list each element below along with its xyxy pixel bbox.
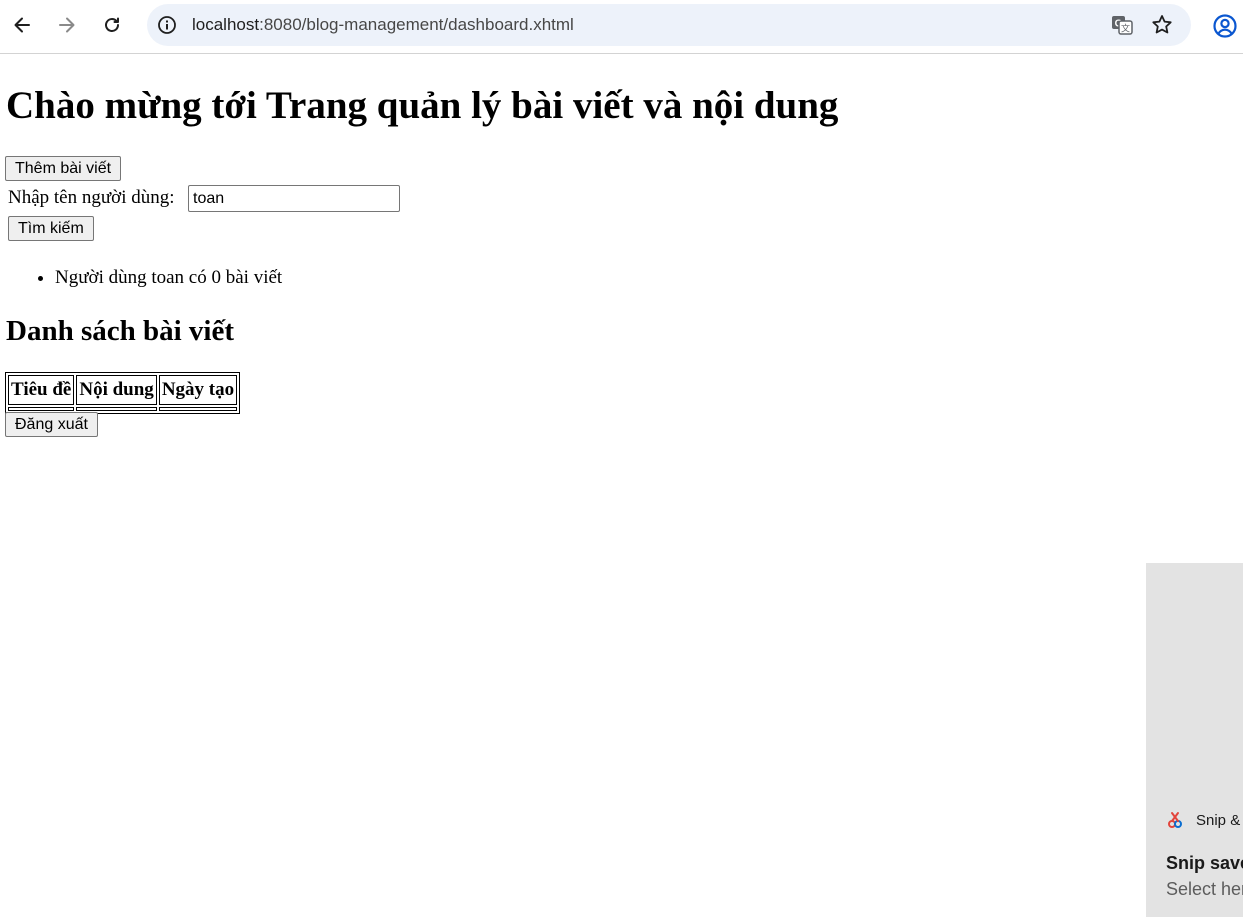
info-icon[interactable]: [155, 13, 179, 37]
username-label: Nhập tên người dùng:: [8, 187, 175, 208]
star-icon[interactable]: [1150, 13, 1174, 37]
page-content: Chào mừng tới Trang quản lý bài viết và …: [0, 54, 1243, 917]
column-header-title: Tiêu đề: [8, 375, 75, 405]
svg-text:文: 文: [1121, 23, 1130, 35]
empty-cell: [158, 407, 238, 411]
forward-button[interactable]: [51, 9, 83, 41]
address-bar[interactable]: localhost:8080/blog-management/dashboard…: [147, 4, 1191, 46]
url-text[interactable]: localhost:8080/blog-management/dashboard…: [192, 4, 574, 46]
notification-subtext: Select her: [1166, 879, 1243, 899]
empty-cell: [76, 407, 157, 411]
result-item: Người dùng toan có 0 bài viết: [55, 265, 282, 291]
profile-icon[interactable]: [1211, 12, 1239, 40]
add-post-button[interactable]: Thêm bài viết: [5, 156, 122, 181]
url-path: :8080/blog-management/dashboard.xhtml: [259, 15, 574, 34]
post-list-title: Danh sách bài viết: [6, 315, 235, 347]
snip-app-icon: [1166, 811, 1184, 829]
result-list: Người dùng toan có 0 bài viết: [0, 265, 282, 291]
search-button[interactable]: Tìm kiếm: [8, 216, 94, 241]
column-header-created-date: Ngày tạo: [158, 375, 238, 405]
back-button[interactable]: [6, 9, 38, 41]
snip-notification[interactable]: Snip & Snip save Select her: [1146, 563, 1243, 917]
table-header-row: Tiêu đề Nội dung Ngày tạo: [8, 375, 238, 405]
reload-icon: [102, 15, 122, 35]
empty-table-row: [8, 407, 238, 411]
translate-icon[interactable]: G文: [1110, 13, 1134, 37]
reload-button[interactable]: [96, 9, 128, 41]
notification-app-name: Snip &: [1196, 811, 1241, 829]
empty-cell: [8, 407, 75, 411]
notification-heading: Snip save: [1166, 853, 1243, 873]
logout-button[interactable]: Đăng xuất: [5, 412, 98, 437]
page-title: Chào mừng tới Trang quản lý bài viết và …: [6, 84, 839, 127]
posts-table: Tiêu đề Nội dung Ngày tạo: [5, 372, 241, 414]
column-header-content: Nội dung: [76, 375, 157, 405]
back-arrow-icon: [12, 15, 32, 35]
notification-app-row: Snip &: [1166, 811, 1240, 829]
forward-arrow-icon: [57, 15, 77, 35]
username-input[interactable]: [188, 185, 400, 212]
browser-toolbar: localhost:8080/blog-management/dashboard…: [0, 0, 1243, 54]
url-host: localhost: [192, 15, 260, 34]
